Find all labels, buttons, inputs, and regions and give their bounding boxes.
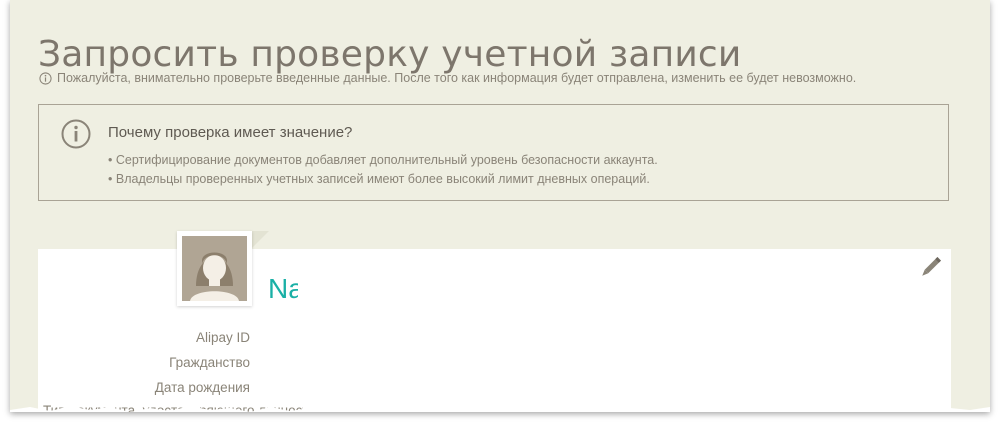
avatar-frame (177, 231, 252, 306)
why-box-title: Почему проверка имеет значение? (108, 124, 353, 141)
user-name: Na (268, 273, 298, 304)
field-label-alipay-id: Alipay ID (195, 330, 250, 345)
avatar-tab-fold (252, 231, 269, 248)
notice-line: Пожалуйста, внимательно проверьте введен… (39, 71, 856, 85)
page-frame: Запросить проверку учетной записи Пожалу… (10, 0, 990, 412)
pencil-icon[interactable] (918, 256, 942, 280)
torn-edge (10, 406, 990, 412)
list-item: Сертифицирование документов добавляет до… (108, 151, 658, 170)
info-circle-icon (61, 119, 91, 149)
page-title: Запросить проверку учетной записи (38, 34, 742, 76)
notice-text: Пожалуйста, внимательно проверьте введен… (57, 71, 857, 85)
why-verification-box: Почему проверка имеет значение? Сертифиц… (38, 104, 949, 201)
why-box-list: Сертифицирование документов добавляет до… (108, 151, 658, 189)
field-label-citizenship: Гражданство (169, 355, 250, 370)
avatar-placeholder-icon (182, 236, 247, 301)
info-icon (39, 71, 52, 85)
list-item: Владельцы проверенных учетных записей им… (108, 170, 658, 189)
field-label-birth-date: Дата рождения (154, 380, 250, 395)
